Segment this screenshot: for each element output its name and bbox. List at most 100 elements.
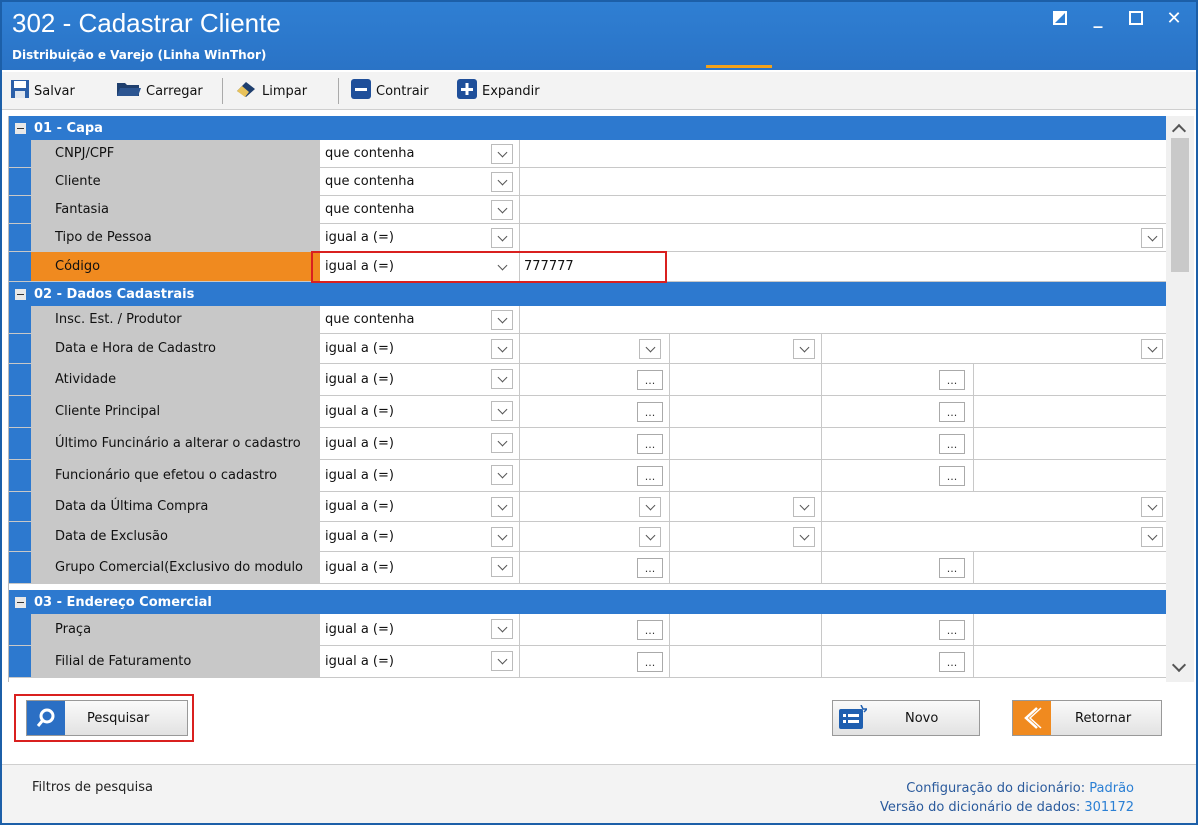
filter-row: CNPJ/CPF que contenha	[9, 140, 1166, 168]
collapse-toggle-icon[interactable]	[15, 288, 26, 300]
operator-dropdown-button[interactable]	[491, 339, 513, 359]
load-label: Carregar	[146, 83, 203, 99]
lookup-button[interactable]: ...	[939, 466, 965, 486]
section-endereco-header[interactable]: 03 - Endereço Comercial	[9, 590, 1166, 614]
back-label: Retornar	[1075, 710, 1132, 726]
operator-select[interactable]: que contenha	[321, 196, 519, 223]
date-from-dropdown-button[interactable]	[639, 339, 661, 359]
time-from-dropdown-button[interactable]	[793, 497, 815, 517]
close-icon[interactable]: ✕	[1166, 10, 1182, 30]
minimize-icon[interactable]: _	[1090, 10, 1106, 30]
divider	[519, 460, 520, 491]
operator-dropdown-button[interactable]	[491, 310, 513, 330]
divider	[519, 646, 520, 677]
operator-dropdown-button[interactable]	[491, 433, 513, 453]
section-capa-header[interactable]: 01 - Capa	[9, 116, 1166, 140]
lookup-button[interactable]: ...	[637, 402, 663, 422]
operator-dropdown-button[interactable]	[491, 619, 513, 639]
operator-select[interactable]: igual a (=)	[321, 460, 519, 491]
date-to-dropdown-button[interactable]	[1141, 497, 1163, 517]
filter-label: Praça	[31, 614, 321, 645]
date-to-dropdown-button[interactable]	[1141, 527, 1163, 547]
new-button[interactable]: Novo	[832, 700, 980, 736]
lookup-button[interactable]: ...	[637, 620, 663, 640]
divider	[821, 460, 822, 491]
operator-select[interactable]: igual a (=)	[321, 396, 519, 427]
lookup-button[interactable]: ...	[637, 652, 663, 672]
lookup-button[interactable]: ...	[637, 434, 663, 454]
scroll-up-icon[interactable]	[1171, 123, 1187, 139]
load-button[interactable]: Carregar	[116, 80, 203, 102]
operator-dropdown-button[interactable]	[491, 200, 513, 220]
operator-dropdown-button[interactable]	[491, 144, 513, 164]
operator-select[interactable]: igual a (=)	[321, 646, 519, 677]
lookup-button[interactable]: ...	[939, 558, 965, 578]
window-title: 302 - Cadastrar Cliente	[12, 8, 281, 38]
filter-value-input[interactable]	[521, 306, 524, 333]
lookup-button[interactable]: ...	[939, 434, 965, 454]
collapse-toggle-icon[interactable]	[15, 596, 26, 608]
maximize-icon[interactable]	[1128, 10, 1144, 30]
row-gutter	[9, 646, 31, 677]
filter-label: Insc. Est. / Produtor	[31, 306, 321, 333]
lookup-button[interactable]: ...	[637, 370, 663, 390]
operator-dropdown-button[interactable]	[491, 651, 513, 671]
filter-value-input[interactable]	[521, 168, 524, 195]
filter-value-input[interactable]	[521, 140, 524, 167]
save-button[interactable]: Salvar	[10, 80, 75, 102]
operator-dropdown-button[interactable]	[491, 172, 513, 192]
dictionary-config-value[interactable]: Padrão	[1089, 781, 1134, 796]
collapse-button[interactable]: Contrair	[350, 79, 429, 102]
filter-label: Cliente Principal	[31, 396, 321, 427]
vertical-scrollbar[interactable]	[1166, 116, 1194, 682]
filter-row: Cliente que contenha	[9, 168, 1166, 196]
filter-value-select[interactable]	[521, 224, 524, 251]
clear-button[interactable]: Limpar	[234, 80, 307, 102]
lookup-button[interactable]: ...	[939, 402, 965, 422]
lookup-button[interactable]: ...	[939, 370, 965, 390]
lookup-button[interactable]: ...	[637, 558, 663, 578]
operator-value: que contenha	[325, 146, 415, 161]
operator-select[interactable]: igual a (=)	[321, 522, 519, 551]
operator-dropdown-button[interactable]	[491, 497, 513, 517]
filter-grid: 01 - Capa CNPJ/CPF que contenha Cliente …	[8, 116, 1166, 682]
lookup-button[interactable]: ...	[637, 466, 663, 486]
lookup-button[interactable]: ...	[939, 620, 965, 640]
filter-value-input[interactable]	[521, 196, 524, 223]
section-dados-header[interactable]: 02 - Dados Cadastrais	[9, 282, 1166, 306]
operator-dropdown-button[interactable]	[491, 369, 513, 389]
operator-select[interactable]: que contenha	[321, 306, 519, 333]
collapse-toggle-icon[interactable]	[15, 122, 26, 134]
operator-select[interactable]: igual a (=)	[321, 364, 519, 395]
expand-button[interactable]: Expandir	[456, 79, 540, 102]
operator-select[interactable]: igual a (=)	[321, 224, 519, 251]
row-gutter	[9, 168, 31, 195]
operator-select[interactable]: que contenha	[321, 140, 519, 167]
scroll-thumb[interactable]	[1171, 138, 1189, 272]
lookup-button[interactable]: ...	[939, 652, 965, 672]
operator-dropdown-button[interactable]	[491, 401, 513, 421]
operator-select[interactable]: igual a (=)	[321, 552, 519, 583]
operator-value: igual a (=)	[325, 404, 394, 419]
time-from-dropdown-button[interactable]	[793, 339, 815, 359]
operator-dropdown-button[interactable]	[491, 557, 513, 577]
time-from-dropdown-button[interactable]	[793, 527, 815, 547]
highlight-box-codigo	[311, 251, 667, 283]
restore-icon[interactable]	[1052, 10, 1068, 30]
operator-select[interactable]: igual a (=)	[321, 334, 519, 363]
operator-dropdown-button[interactable]	[491, 228, 513, 248]
date-from-dropdown-button[interactable]	[639, 527, 661, 547]
operator-select[interactable]: que contenha	[321, 168, 519, 195]
operator-dropdown-button[interactable]	[491, 527, 513, 547]
operator-select[interactable]: igual a (=)	[321, 614, 519, 645]
back-button[interactable]: Retornar	[1012, 700, 1162, 736]
scroll-down-icon[interactable]	[1171, 657, 1187, 673]
operator-select[interactable]: igual a (=)	[321, 428, 519, 459]
value-dropdown-button[interactable]	[1141, 228, 1163, 248]
row-gutter	[9, 428, 31, 459]
date-from-dropdown-button[interactable]	[639, 497, 661, 517]
operator-select[interactable]: igual a (=)	[321, 492, 519, 521]
date-to-dropdown-button[interactable]	[1141, 339, 1163, 359]
operator-dropdown-button[interactable]	[491, 465, 513, 485]
status-text: Filtros de pesquisa	[32, 780, 154, 795]
